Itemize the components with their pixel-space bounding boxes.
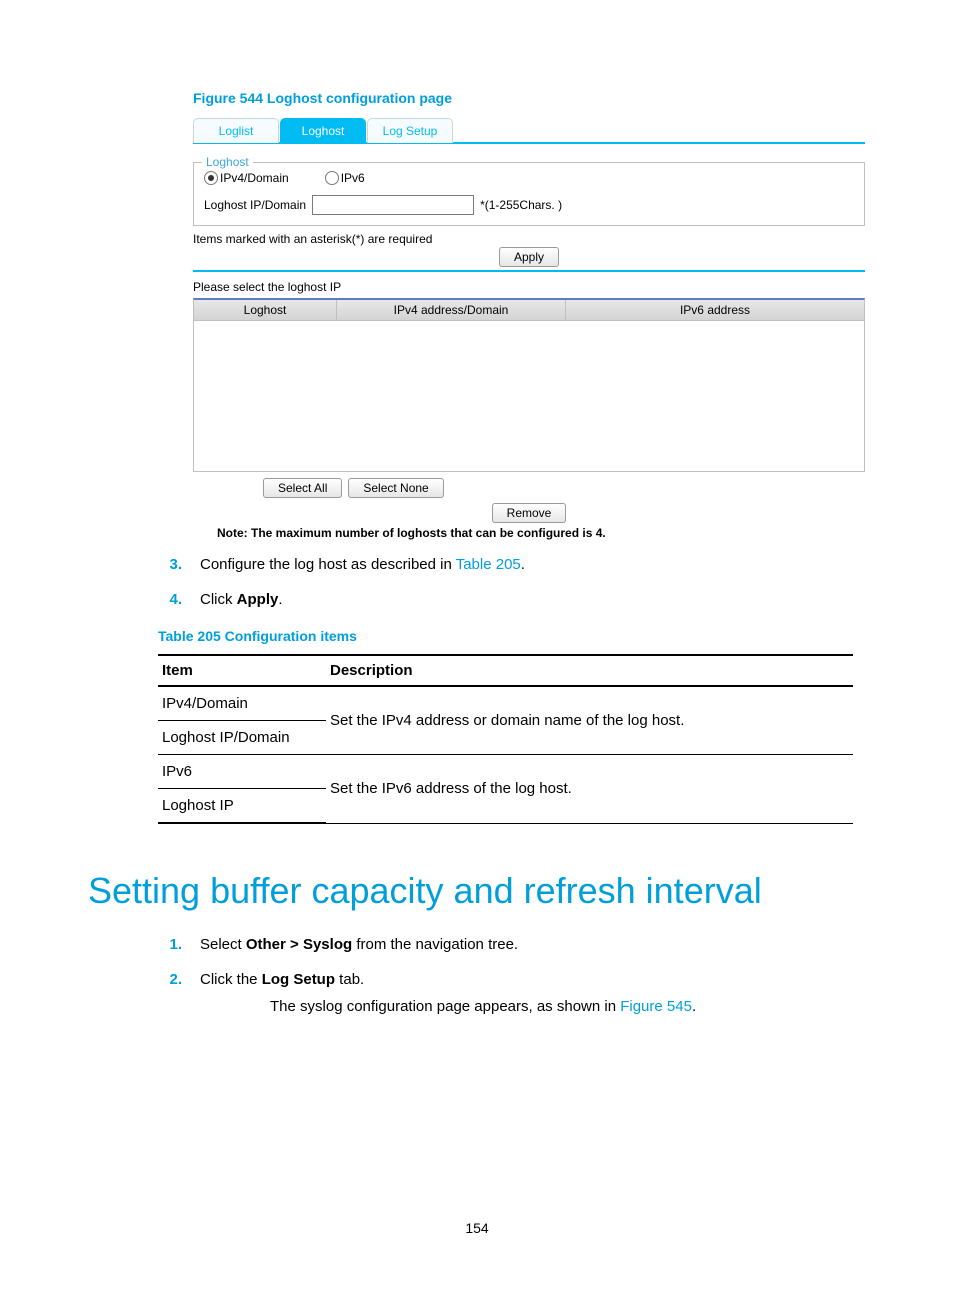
tab-loghost[interactable]: Loghost [280,118,366,143]
figure-caption: Figure 544 Loghost configuration page [193,90,866,106]
radio-checked-icon [204,171,218,185]
tab-bar: Loglist Loghost Log Setup [193,116,865,144]
cell-item: Loghost IP/Domain [158,721,326,755]
th-item: Item [158,655,326,686]
select-prompt: Please select the loghost IP [193,280,865,294]
fieldset-legend: Loghost [202,155,253,169]
stepb1-text: Select Other > Syslog from the navigatio… [200,934,518,955]
step3-text-pre: Configure the log host as described in [200,556,456,573]
step3-text: Configure the log host as described in T… [200,554,525,575]
stepb2-pre: Click the [200,971,262,988]
tab-logsetup[interactable]: Log Setup [367,118,453,143]
step3-marker: 3. [158,554,182,575]
stepb2-line2-post: . [692,998,696,1015]
chars-hint: *(1-255Chars. ) [480,198,562,212]
config-items-table: Item Description IPv4/Domain Set the IPv… [158,654,853,824]
table-caption: Table 205 Configuration items [158,628,866,644]
apply-button[interactable]: Apply [499,247,559,267]
cell-item: IPv4/Domain [158,686,326,721]
radio-ipv4-label: IPv4/Domain [220,171,289,185]
radio-ipv6-label: IPv6 [341,171,365,185]
select-none-button[interactable]: Select None [348,478,443,498]
step4-text-post: . [278,591,282,608]
col-ipv4: IPv4 address/Domain [337,300,566,320]
cell-desc: Set the IPv6 address of the log host. [326,755,853,824]
cell-desc: Set the IPv4 address or domain name of t… [326,686,853,755]
table-header: Loghost IPv4 address/Domain IPv6 address [193,298,865,321]
col-ipv6: IPv6 address [566,300,864,320]
divider [193,270,865,272]
radio-ipv6[interactable]: IPv6 [325,171,365,185]
stepb2-marker: 2. [158,969,182,990]
stepb2-line2: The syslog configuration page appears, a… [270,996,866,1017]
step3-text-post: . [521,556,525,573]
stepb2-text: Click the Log Setup tab. [200,969,364,990]
figure-545-link[interactable]: Figure 545 [620,998,692,1015]
stepb2-line2-pre: The syslog configuration page appears, a… [270,998,620,1015]
page-title: Setting buffer capacity and refresh inte… [88,870,866,912]
remove-button[interactable]: Remove [492,503,567,523]
page-number: 154 [0,1220,954,1236]
apply-word: Apply [237,591,279,608]
col-loghost: Loghost [194,300,337,320]
radio-ipv4-domain[interactable]: IPv4/Domain [204,171,289,185]
stepb1-marker: 1. [158,934,182,955]
stepb1-post: from the navigation tree. [352,936,518,953]
radio-unchecked-icon [325,171,339,185]
loghost-ip-input[interactable] [312,195,474,215]
step4-text-pre: Click [200,591,237,608]
stepb1-pre: Select [200,936,246,953]
table-row: IPv4/Domain Set the IPv4 address or doma… [158,686,853,721]
th-description: Description [326,655,853,686]
stepb2-post: tab. [335,971,364,988]
table-row: IPv6 Set the IPv6 address of the log hos… [158,755,853,789]
step4-marker: 4. [158,589,182,610]
logsetup-word: Log Setup [262,971,335,988]
loghost-fieldset: Loghost IPv4/Domain IPv6 Loghost IP/Doma… [193,162,865,226]
step4-text: Click Apply. [200,589,283,610]
tab-loglist[interactable]: Loglist [193,118,279,143]
required-note: Items marked with an asterisk(*) are req… [193,232,865,246]
max-note: Note: The maximum number of loghosts tha… [217,526,865,540]
nav-path: Other > Syslog [246,936,352,953]
select-all-button[interactable]: Select All [263,478,342,498]
loghost-ip-label: Loghost IP/Domain [204,198,306,212]
table-body-empty [193,321,865,472]
table-205-link[interactable]: Table 205 [456,556,521,573]
cell-item: IPv6 [158,755,326,789]
cell-item: Loghost IP [158,789,326,824]
loghost-screenshot: Loglist Loghost Log Setup Loghost IPv4/D… [193,116,865,540]
